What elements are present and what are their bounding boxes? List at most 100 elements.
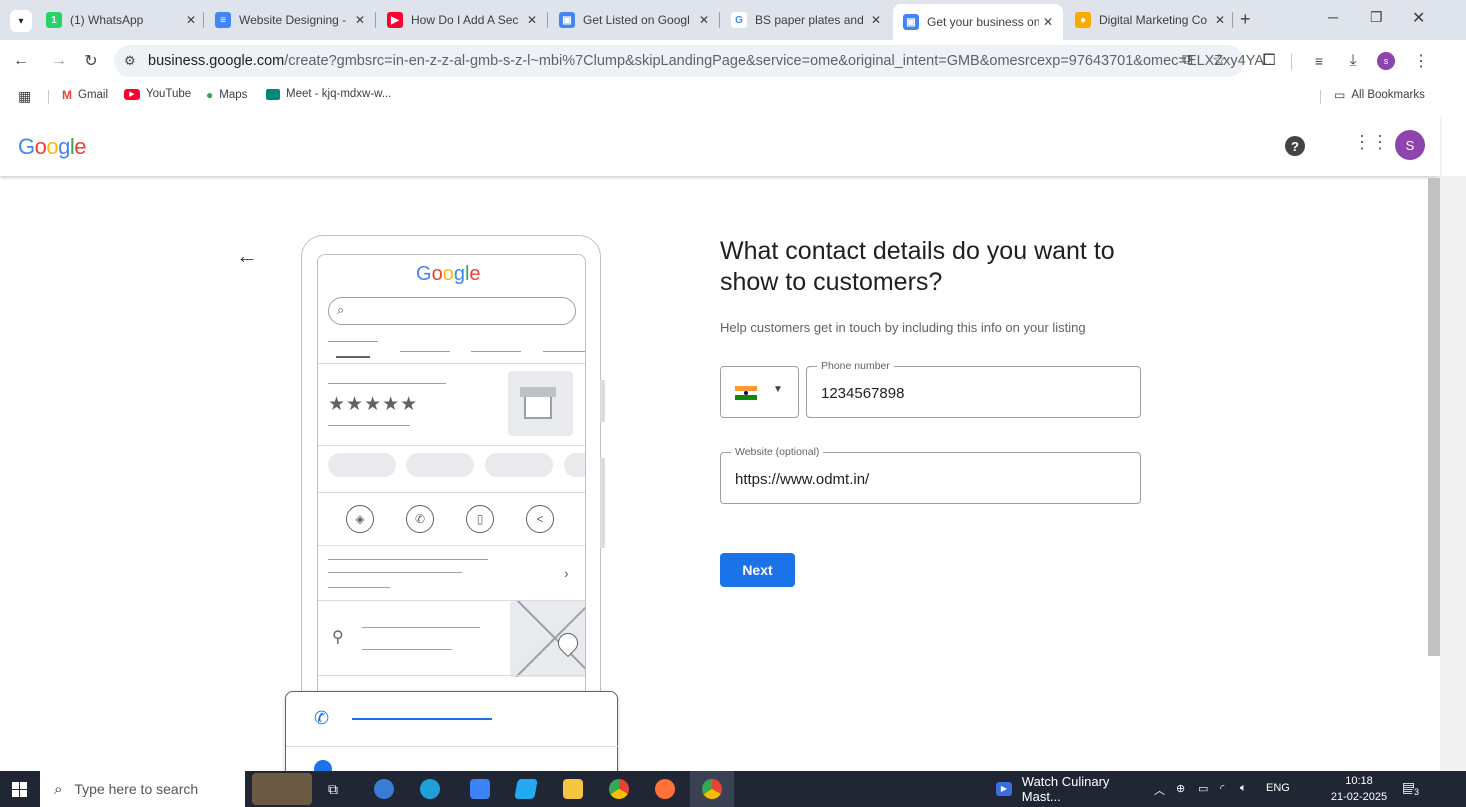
tab-separator [375,12,376,28]
clock-time: 10:18 [1345,775,1373,787]
cast-icon[interactable]: ⧉ [1182,51,1193,68]
file-explorer-icon[interactable] [563,779,583,799]
address-bar[interactable]: ⚙ business.google.com/create?gmbsrc=in-e… [114,45,1276,77]
whatsapp-icon: 1 [46,12,62,28]
store-icon[interactable] [470,779,490,799]
bookmark-label: YouTube [146,88,192,100]
meet-icon [266,88,280,100]
battery-icon[interactable]: ▭ [1198,782,1208,795]
firefox-icon[interactable] [655,779,675,799]
url-path: /create?gmbsrc=in-en-z-z-al-gmb-s-z-l~mb… [284,53,1277,69]
notification-icon[interactable]: ▤ 3 [1402,779,1422,799]
phone-side-button [600,380,605,422]
forward-icon[interactable]: → [48,50,70,72]
edge-icon[interactable] [420,779,440,799]
page-scrollbar[interactable] [1440,176,1466,771]
help-icon[interactable]: ? [1285,136,1305,156]
bookmarks-bar: ▦ M Gmail ▶ YouTube ● Maps Meet - kjq-md… [0,82,1466,110]
vscode-icon[interactable] [514,779,538,799]
browser-tab[interactable]: 1 (1) WhatsApp ✕ [36,6,206,34]
back-icon[interactable]: ← [10,50,32,72]
bookmark-star-icon[interactable]: ☆ [1212,50,1226,70]
scrollbar-thumb[interactable] [1428,178,1440,656]
tab-separator [719,12,720,28]
illustration-google-logo: Google [416,263,481,285]
tab-close-icon[interactable]: ✕ [867,13,885,27]
browser-tab[interactable]: ▣ Get your business on ✕ [893,4,1063,40]
maps-icon: ● [206,88,214,102]
next-button[interactable]: Next [720,553,795,587]
url-host: business.google.com [148,53,285,69]
chrome-profile-icon[interactable] [702,779,722,799]
bookmark-maps[interactable]: ● Maps [206,88,247,102]
downloads-icon[interactable]: ⤓ [1342,50,1364,72]
bookmark-gmail[interactable]: M Gmail [62,88,108,102]
dropdown-arrow-icon: ▼ [773,384,783,395]
browser-tab[interactable]: G BS paper plates and ✕ [721,6,891,34]
tab-separator [1232,12,1233,28]
tab-close-icon[interactable]: ✕ [695,13,713,27]
browser-tab[interactable]: ▣ Get Listed on Googl ✕ [549,6,719,34]
google-header: Google ? ⋮⋮ S [0,116,1440,176]
menu-icon[interactable]: ⋮ [1410,50,1432,72]
bookmark-youtube[interactable]: ▶ YouTube [124,88,191,100]
phone-side-button [600,458,605,548]
illustration-search-bar: ⌕ [328,297,576,325]
website-field[interactable]: Website (optional) https://www.odmt.in/ [720,446,1141,504]
meet-now-icon[interactable]: ⊕ [1176,782,1185,795]
tab-label: How Do I Add A Sec [411,13,519,27]
windows-start-icon[interactable] [12,782,27,797]
browser-tab[interactable]: ● Digital Marketing Co ✕ [1065,6,1235,34]
reload-icon[interactable]: ↻ [80,50,102,72]
copilot-icon[interactable] [374,779,394,799]
google-logo[interactable]: Google [18,134,87,160]
chrome-icon[interactable] [609,779,629,799]
language-indicator[interactable]: ENG [1266,782,1290,794]
tab-close-icon[interactable]: ✕ [523,13,541,27]
tab-search-button[interactable]: ▾ [10,10,32,32]
chip [485,453,553,477]
new-tab-button[interactable]: + [1240,9,1251,30]
site-info-icon[interactable]: ⚙ [124,53,136,69]
country-selector[interactable]: ▼ [720,366,799,418]
video-play-icon: ▶ [996,782,1012,796]
restore-button[interactable]: ❐ [1370,9,1383,26]
tab-close-icon[interactable]: ✕ [182,13,200,27]
clock[interactable]: 10:18 21-02-2025 [1328,773,1390,805]
reading-list-icon[interactable]: ≡ [1308,50,1330,72]
chip [406,453,474,477]
india-flag-icon [735,386,757,400]
card-divider [286,746,619,747]
taskbar-search[interactable]: ⌕ Type here to search [40,771,245,807]
bookmark-label: Meet - kjq-mdxw-w... [286,88,392,100]
folder-icon: ▭ [1334,88,1346,102]
tab-close-icon[interactable]: ✕ [351,13,369,27]
browser-tab[interactable]: ≡ Website Designing - ✕ [205,6,375,34]
extensions-icon[interactable]: ⧠ [1258,50,1280,72]
apps-icon[interactable]: ▦ [18,88,31,105]
task-view-icon[interactable]: ⧉ [328,781,338,798]
wifi-icon[interactable]: ◜ [1220,782,1224,795]
chevron-right-icon: › [564,565,569,581]
tray-chevron-icon[interactable]: ︿ [1154,782,1165,798]
minimize-button[interactable]: ─ [1328,9,1338,25]
chip [328,453,396,477]
blue-line [352,718,492,720]
bookmark-meet[interactable]: Meet - kjq-mdxw-w... [266,88,391,100]
profile-avatar[interactable]: s [1377,52,1395,70]
bookmark-divider [1320,90,1321,104]
business-profile-icon: ▣ [559,12,575,28]
all-bookmarks[interactable]: ▭ All Bookmarks [1334,88,1425,102]
account-avatar[interactable]: S [1395,130,1425,160]
clock-date: 21-02-2025 [1330,791,1388,803]
tab-close-icon[interactable]: ✕ [1039,15,1057,29]
widgets-icon[interactable] [252,773,312,805]
phone-number-field[interactable]: Phone number 1234567898 [806,360,1141,418]
browser-tab[interactable]: ▶ How Do I Add A Sec ✕ [377,6,547,34]
tab-close-icon[interactable]: ✕ [1211,13,1229,27]
close-window-button[interactable]: ✕ [1412,8,1425,28]
media-widget[interactable]: ▶ Watch Culinary Mast... [996,771,1136,807]
apps-grid-icon[interactable]: ⋮⋮ [1353,132,1389,153]
back-arrow-icon[interactable]: ← [236,243,258,269]
volume-icon[interactable]: 🔈︎ [1240,782,1247,795]
